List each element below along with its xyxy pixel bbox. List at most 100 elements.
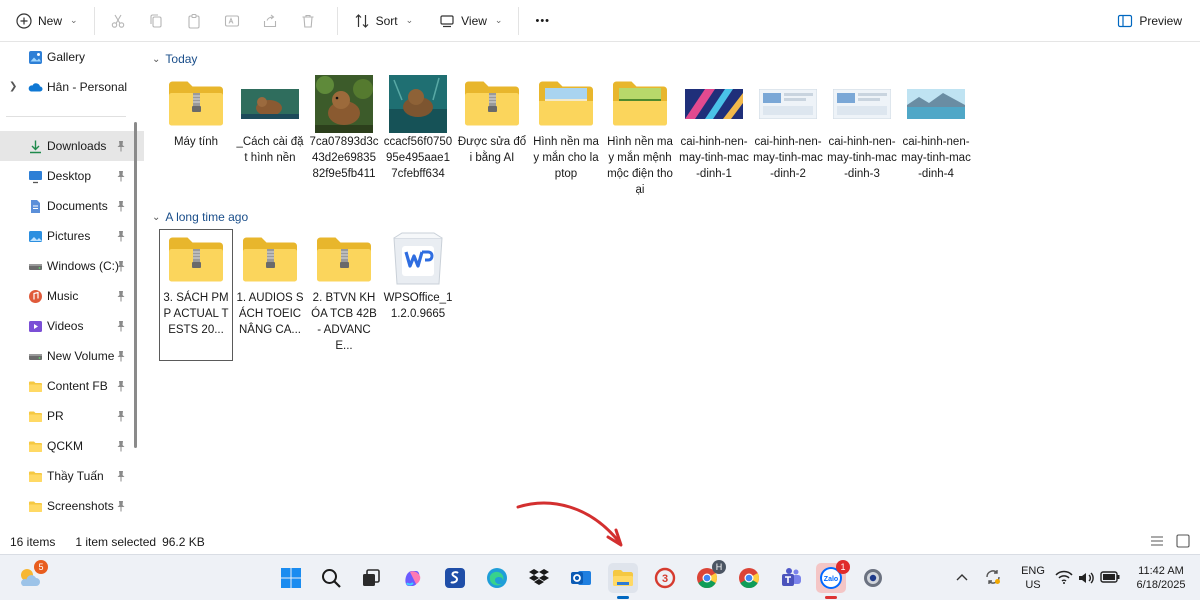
sidebar-item-desktop[interactable]: Desktop — [0, 161, 144, 191]
volume-icon[interactable] — [1077, 570, 1095, 586]
file-item[interactable]: 1. AUDIOS SÁCH TOEIC NÂNG CA... — [234, 230, 306, 338]
command-bar: New ⌄ Sort ⌄ View ⌄ ••• Preview — [0, 0, 1200, 42]
pin-icon[interactable] — [116, 350, 126, 362]
pin-icon[interactable] — [116, 470, 126, 482]
clipboard-icon — [188, 13, 200, 29]
image-thumbnail — [678, 74, 750, 134]
pin-icon[interactable] — [116, 410, 126, 422]
file-item[interactable]: cai-hinh-nen-may-tinh-mac-dinh-2 — [752, 74, 824, 182]
chevron-down-icon: ⌄ — [70, 15, 78, 25]
file-item[interactable]: Hình nền may mắn cho laptop — [530, 74, 602, 182]
active-indicator — [617, 596, 629, 599]
file-item[interactable]: Máy tính — [160, 74, 232, 150]
rename-button[interactable] — [217, 6, 247, 36]
zalo-button[interactable]: Zalo 1 — [816, 560, 850, 599]
sidebar-item-videos[interactable]: Videos — [0, 311, 144, 341]
sidebar-item-qckm[interactable]: QCKM — [0, 431, 144, 461]
chevron-up-icon[interactable] — [955, 571, 969, 585]
file-item[interactable]: 3. SÁCH PMP ACTUAL TESTS 20... — [159, 229, 233, 361]
teams-button[interactable] — [776, 563, 806, 593]
sidebar-item-windows-c[interactable]: Windows (C:) — [0, 251, 144, 281]
view-button[interactable]: View ⌄ — [431, 6, 510, 36]
sidebar-item-th-y-tu-n[interactable]: Thầy Tuấn — [0, 461, 144, 491]
file-explorer-button[interactable] — [608, 563, 638, 599]
group-header-today[interactable]: ⌄ Today — [152, 52, 197, 66]
sidebar-item-downloads[interactable]: Downloads — [0, 131, 144, 161]
pin-icon[interactable] — [116, 440, 126, 452]
gear-icon — [864, 569, 882, 587]
skype-business-button[interactable] — [440, 563, 470, 593]
sidebar-item-documents[interactable]: Documents — [0, 191, 144, 221]
pin-icon[interactable] — [116, 230, 126, 242]
zip-folder-icon — [456, 74, 528, 134]
sidebar-item-label: Content FB — [47, 379, 108, 393]
sidebar-item-content-fb[interactable]: Content FB — [0, 371, 144, 401]
weather-badge: 5 — [34, 560, 48, 574]
teams-icon — [782, 568, 801, 586]
sidebar-item-new-volume[interactable]: New Volume — [0, 341, 144, 371]
file-item[interactable]: cai-hinh-nen-may-tinh-mac-dinh-3 — [826, 74, 898, 182]
settings-button[interactable] — [858, 563, 888, 593]
edge-button[interactable] — [482, 563, 512, 593]
zalo-label: Zalo — [824, 576, 838, 583]
group-header-older[interactable]: ⌄ A long time ago — [152, 210, 248, 224]
file-item[interactable]: 2. BTVN KHÓA TCB 42B - ADVANCE... — [308, 230, 380, 354]
dropbox-button[interactable] — [524, 563, 554, 593]
file-item[interactable]: 7ca07893d3c43d2e6983582f9e5fb411 — [308, 74, 380, 182]
battery-icon[interactable] — [1100, 570, 1120, 584]
file-item[interactable]: ccacf56f075095e495aae17cfebff634 — [382, 74, 454, 182]
delete-button[interactable] — [293, 6, 323, 36]
chrome-button[interactable] — [734, 563, 764, 593]
copy-button[interactable] — [141, 6, 171, 36]
paste-button[interactable] — [179, 6, 209, 36]
input-language[interactable]: ENG US — [1016, 564, 1050, 592]
sidebar-item-screenshots[interactable]: Screenshots — [0, 491, 144, 521]
pin-icon[interactable] — [116, 320, 126, 332]
pin-icon[interactable] — [116, 260, 126, 272]
file-item[interactable]: WPSOffice_11.2.0.9665 — [382, 230, 454, 322]
copilot-button[interactable] — [398, 563, 428, 593]
app-3-button[interactable]: 3 — [650, 563, 680, 593]
file-item[interactable]: Hình nền may mắn mệnh mộc điện thoại — [604, 74, 676, 198]
sidebar-item-music[interactable]: Music — [0, 281, 144, 311]
sort-button[interactable]: Sort ⌄ — [346, 6, 422, 36]
task-view-button[interactable] — [356, 563, 386, 593]
pin-icon[interactable] — [116, 140, 126, 152]
start-button[interactable] — [276, 563, 306, 593]
zip-folder-icon — [308, 230, 380, 290]
lang-bottom: US — [1025, 579, 1041, 591]
sidebar-item-pictures[interactable]: Pictures — [0, 221, 144, 251]
cut-button[interactable] — [103, 6, 133, 36]
weather-widget[interactable]: 5 — [14, 560, 48, 593]
details-view-icon[interactable] — [1150, 534, 1164, 548]
pin-icon[interactable] — [116, 380, 126, 392]
sidebar-item-gallery[interactable]: Gallery — [0, 42, 144, 72]
share-button[interactable] — [255, 6, 285, 36]
edge-icon — [487, 568, 507, 588]
new-button[interactable]: New ⌄ — [8, 6, 86, 36]
file-item[interactable]: cai-hinh-nen-may-tinh-mac-dinh-4 — [900, 74, 972, 182]
file-item[interactable]: Được sửa đổi bằng AI — [456, 74, 528, 166]
sidebar-item-pr[interactable]: PR — [0, 401, 144, 431]
chevron-down-icon: ⌄ — [152, 53, 161, 65]
tiles-view-icon[interactable] — [1176, 534, 1190, 548]
pin-icon[interactable] — [116, 500, 126, 512]
clock[interactable]: 11:42 AM 6/18/2025 — [1128, 564, 1194, 592]
chevron-right-icon[interactable]: ❯ — [9, 81, 17, 92]
sidebar-scrollbar[interactable] — [134, 122, 137, 448]
file-item[interactable]: cai-hinh-nen-may-tinh-mac-dinh-1 — [678, 74, 750, 182]
wifi-icon[interactable] — [1055, 569, 1073, 585]
more-options-button[interactable]: ••• — [527, 6, 558, 36]
sidebar-item-label: Hân - Personal — [47, 80, 128, 94]
sidebar-item-onedrive[interactable]: ❯ Hân - Personal — [0, 72, 144, 102]
toolbar-divider — [518, 6, 520, 35]
pin-icon[interactable] — [116, 290, 126, 302]
pin-icon[interactable] — [116, 170, 126, 182]
file-item[interactable]: _Cách cài đặt hình nền — [234, 74, 306, 166]
pin-icon[interactable] — [116, 200, 126, 212]
search-button[interactable] — [316, 563, 346, 593]
chrome-profile-button[interactable]: H — [692, 560, 726, 593]
sync-icon[interactable] — [984, 568, 1002, 586]
outlook-button[interactable] — [566, 563, 596, 593]
preview-pane-button[interactable]: Preview — [1109, 6, 1190, 36]
